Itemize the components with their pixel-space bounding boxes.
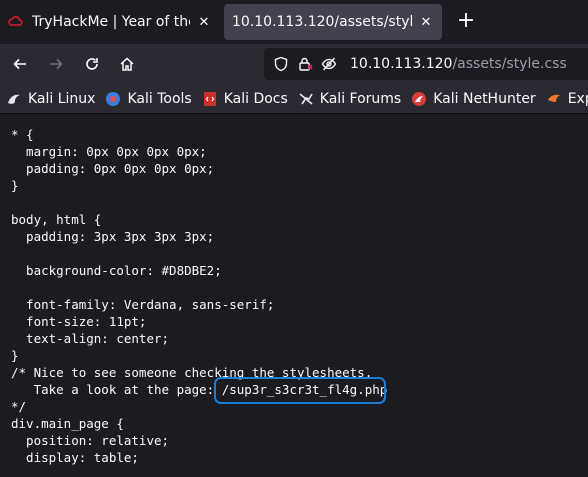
code-line: position: relative; [11,433,170,448]
tryhackme-icon [8,14,24,30]
url-bar[interactable]: 10.10.113.120/assets/style.css [264,48,588,80]
code-line: body, html { [11,212,102,227]
bookmark-label: Kali Docs [223,90,288,107]
reload-button[interactable] [78,50,106,78]
page-content: * { margin: 0px 0px 0px 0px; padding: 0p… [0,115,588,477]
bookmark-label: Kali NetHunter [433,90,536,107]
bookmarks-toolbar: Kali Linux Kali Tools Kali Docs Kali For… [0,84,588,114]
kali-tools-icon [105,91,121,107]
code-line: div.main_page { [11,416,124,431]
reload-icon [86,58,98,70]
code-line: * { [11,127,34,142]
home-button[interactable] [113,50,141,78]
tab-style-css[interactable]: 10.10.113.120/assets/style.css ✕ [224,4,442,40]
bookmark-kali-tools[interactable]: Kali Tools [105,90,192,107]
nav-toolbar: 10.10.113.120/assets/style.css [0,44,588,84]
close-icon[interactable]: ✕ [196,15,212,30]
bookmark-label: Exploit [567,90,588,107]
code-line: font-family: Verdana, sans-serif; [11,297,275,312]
permissions-icon[interactable] [320,55,338,73]
css-source: * { margin: 0px 0px 0px 0px; padding: 0p… [11,126,387,466]
insecure-lock-icon[interactable] [296,55,314,73]
code-line: padding: 0px 0px 0px 0px; [11,161,215,176]
bookmark-kali-linux[interactable]: Kali Linux [6,91,95,107]
bookmark-label: Kali Tools [127,90,192,107]
new-tab-button[interactable]: + [452,8,480,36]
url-text[interactable]: 10.10.113.120/assets/style.css [350,56,567,72]
bookmark-kali-forums[interactable]: Kali Forums [298,91,401,107]
bookmark-kali-docs[interactable]: Kali Docs [202,91,288,107]
code-line: font-size: 11pt; [11,314,147,329]
code-line: background-color: #D8DBE2; [11,263,222,278]
bookmark-kali-nethunter[interactable]: Kali NetHunter [411,90,536,107]
back-button[interactable] [6,50,34,78]
tab-title: 10.10.113.120/assets/style.css [232,14,412,30]
url-host: 10.10.113.120 [350,56,453,72]
close-icon[interactable]: ✕ [418,15,434,30]
forward-button[interactable] [42,50,70,78]
code-line: margin: 0px 0px 0px 0px; [11,144,207,159]
code-line: } [11,178,19,193]
kali-docs-icon [202,91,218,107]
home-icon [120,57,134,71]
bookmark-label: Kali Linux [28,90,96,107]
exploit-db-icon [546,91,562,107]
tab-strip: TryHackMe | Year of the R ✕ 10.10.113.12… [0,0,588,44]
kali-nethunter-icon [411,91,427,107]
code-line: */ [11,399,27,414]
bookmark-label: Kali Forums [319,90,402,107]
code-line: padding: 3px 3px 3px 3px; [11,229,215,244]
code-line: text-align: center; [11,331,170,346]
code-line: } [11,348,19,363]
kali-forums-icon [298,91,314,107]
shield-icon[interactable] [272,55,290,73]
tab-title: TryHackMe | Year of the R [32,14,190,30]
forward-arrow-icon [50,58,63,70]
tab-tryhackme[interactable]: TryHackMe | Year of the R ✕ [0,4,220,40]
bookmark-exploit[interactable]: Exploit [546,91,588,107]
back-arrow-icon [13,58,26,70]
kali-dragon-icon [6,91,22,107]
url-path: /assets/style.css [452,56,567,72]
flag-path-highlight [214,377,386,404]
code-line: display: table; [11,450,139,465]
